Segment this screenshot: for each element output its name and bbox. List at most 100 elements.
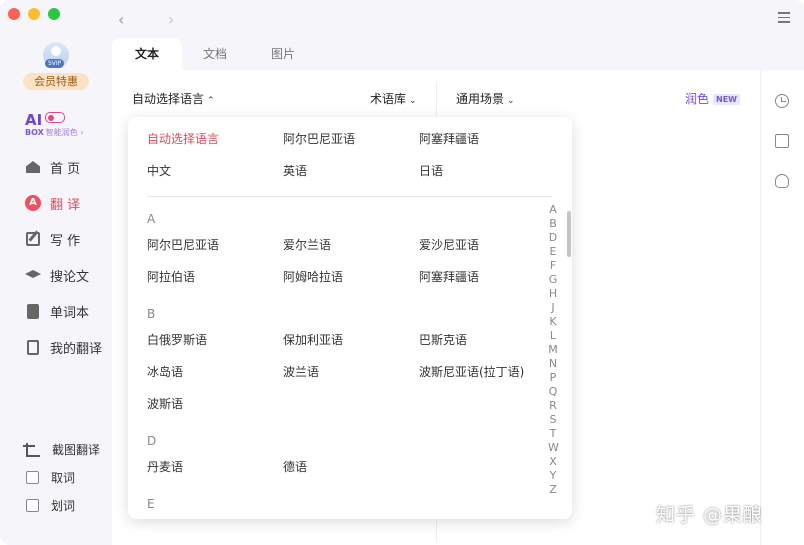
- tab-document[interactable]: 文档: [180, 38, 250, 70]
- dropdown-scrollbar[interactable]: [567, 211, 571, 257]
- language-option[interactable]: 阿姆哈拉语: [283, 268, 343, 285]
- write-icon: [24, 230, 42, 248]
- home-icon: [24, 158, 42, 176]
- maximize-window-button[interactable]: [48, 8, 60, 20]
- language-option[interactable]: 阿塞拜疆语: [419, 268, 479, 285]
- alphabet-index-letter[interactable]: B: [548, 217, 558, 231]
- hamburger-menu-icon[interactable]: [778, 12, 790, 26]
- alphabet-index-letter[interactable]: N: [548, 357, 558, 371]
- tab-bar: 文本 文档 图片: [112, 38, 804, 70]
- language-option[interactable]: 阿尔巴尼亚语: [283, 130, 355, 147]
- app-window: ‹ › SVIP 会员特惠 AI BOX 智能润色 › 首 页 A 翻 译 写 作…: [0, 0, 804, 545]
- termbase-select[interactable]: 术语库 ⌄: [370, 90, 417, 107]
- sidebar-item-label: 单词本: [50, 305, 90, 321]
- sidebar-item-label: 搜论文: [50, 269, 90, 285]
- alphabet-index-letter[interactable]: E: [548, 245, 558, 259]
- language-option[interactable]: 丹麦语: [147, 458, 183, 475]
- chevron-down-icon: ⌄: [409, 96, 417, 106]
- language-option[interactable]: 爱尔兰语: [283, 236, 331, 253]
- minimize-window-button[interactable]: [28, 8, 40, 20]
- sidebar: SVIP 会员特惠 AI BOX 智能润色 › 首 页 A 翻 译 写 作 搜论文…: [0, 30, 112, 545]
- alphabet-index-letter[interactable]: P: [548, 371, 558, 385]
- alphabet-index-letter[interactable]: J: [548, 301, 558, 315]
- language-dropdown: 自动选择语言 阿尔巴尼亚语 阿塞拜疆语 中文 英语 日语 A 阿尔巴尼亚语 爱尔…: [128, 117, 572, 519]
- alphabet-index: ABDEFGHJKLMNPQRSTWXYZ: [548, 203, 559, 497]
- sidebar-item-label: 首 页: [50, 161, 81, 177]
- ai-toggle-icon: [45, 112, 66, 123]
- document-icon: [24, 338, 42, 356]
- scene-select[interactable]: 通用场景 ⌄: [456, 90, 515, 107]
- forward-arrow-icon[interactable]: ›: [168, 10, 174, 29]
- language-option[interactable]: 白俄罗斯语: [147, 331, 207, 348]
- polish-button[interactable]: 润色 NEW: [685, 90, 740, 107]
- section-letter: B: [147, 307, 156, 321]
- sidebar-item-home[interactable]: 首 页: [24, 157, 80, 177]
- svip-badge: SVIP: [45, 59, 65, 68]
- alphabet-index-letter[interactable]: H: [548, 287, 558, 301]
- history-clock-icon[interactable]: [775, 94, 789, 108]
- language-option[interactable]: 波斯尼亚语(拉丁语): [419, 363, 524, 380]
- edit-note-icon[interactable]: [775, 134, 789, 148]
- alphabet-index-letter[interactable]: Y: [548, 469, 558, 483]
- alphabet-index-letter[interactable]: S: [548, 413, 558, 427]
- back-arrow-icon[interactable]: ‹: [118, 10, 124, 29]
- listen-ear-icon[interactable]: [775, 174, 789, 188]
- pick-word-checkbox[interactable]: [26, 471, 39, 484]
- sidebar-item-my-translations[interactable]: 我的翻译: [24, 337, 102, 357]
- sidebar-item-write[interactable]: 写 作: [24, 229, 80, 249]
- sidebar-item-search-papers[interactable]: 搜论文: [24, 265, 89, 285]
- alphabet-index-letter[interactable]: T: [548, 427, 558, 441]
- alphabet-index-letter[interactable]: X: [548, 455, 558, 469]
- alphabet-index-letter[interactable]: L: [548, 329, 558, 343]
- screenshot-translate-label: 截图翻译: [52, 443, 101, 457]
- language-option[interactable]: 阿尔巴尼亚语: [147, 236, 219, 253]
- termbase-label: 术语库: [370, 92, 407, 106]
- select-word-toggle[interactable]: 划词: [26, 497, 75, 514]
- ai-box-subtitle: 智能润色 ›: [45, 128, 84, 137]
- ai-box-button[interactable]: AI BOX 智能润色 ›: [25, 110, 84, 138]
- select-word-label: 划词: [51, 499, 76, 513]
- pick-word-toggle[interactable]: 取词: [26, 469, 75, 486]
- language-option[interactable]: 自动选择语言: [147, 130, 219, 147]
- new-badge: NEW: [713, 94, 740, 105]
- select-word-checkbox[interactable]: [26, 499, 39, 512]
- language-option[interactable]: 巴斯克语: [419, 331, 467, 348]
- language-option[interactable]: 爱沙尼亚语: [419, 236, 479, 253]
- sidebar-item-label: 我的翻译: [50, 341, 103, 357]
- alphabet-index-letter[interactable]: D: [548, 231, 558, 245]
- chevron-down-icon: ⌄: [507, 96, 515, 106]
- alphabet-index-letter[interactable]: Q: [548, 385, 558, 399]
- language-option[interactable]: 保加利亚语: [283, 331, 343, 348]
- close-window-button[interactable]: [8, 8, 20, 20]
- tab-text[interactable]: 文本: [112, 38, 182, 70]
- alphabet-index-letter[interactable]: A: [548, 203, 558, 217]
- pick-word-label: 取词: [51, 471, 76, 485]
- language-option[interactable]: 阿塞拜疆语: [419, 130, 479, 147]
- graduation-cap-icon: [24, 266, 42, 284]
- sidebar-item-wordbook[interactable]: 单词本: [24, 301, 89, 321]
- alphabet-index-letter[interactable]: M: [548, 343, 558, 357]
- language-option[interactable]: 波斯语: [147, 395, 183, 412]
- alphabet-index-letter[interactable]: F: [548, 259, 558, 273]
- language-option[interactable]: 德语: [283, 458, 307, 475]
- language-option[interactable]: 中文: [147, 162, 171, 179]
- sidebar-item-translate[interactable]: A 翻 译: [24, 193, 80, 213]
- language-option[interactable]: 波兰语: [283, 363, 319, 380]
- tab-image[interactable]: 图片: [248, 38, 318, 70]
- screenshot-translate-button[interactable]: 截图翻译: [23, 441, 101, 458]
- alphabet-index-letter[interactable]: Z: [548, 483, 558, 497]
- language-option[interactable]: 英语: [283, 162, 307, 179]
- right-panel-divider: [760, 70, 761, 545]
- alphabet-index-letter[interactable]: R: [548, 399, 558, 413]
- watermark: 知乎 @果酿: [656, 504, 764, 526]
- alphabet-index-letter[interactable]: G: [548, 273, 558, 287]
- alphabet-index-letter[interactable]: K: [548, 315, 558, 329]
- alphabet-index-letter[interactable]: W: [548, 441, 559, 455]
- language-option[interactable]: 冰岛语: [147, 363, 183, 380]
- source-language-select[interactable]: 自动选择语言 ⌃: [132, 90, 215, 107]
- crop-icon: [23, 442, 40, 457]
- language-option[interactable]: 阿拉伯语: [147, 268, 195, 285]
- dropdown-divider: [147, 196, 552, 197]
- language-option[interactable]: 日语: [419, 162, 443, 179]
- member-offer-button[interactable]: 会员特惠: [23, 73, 89, 90]
